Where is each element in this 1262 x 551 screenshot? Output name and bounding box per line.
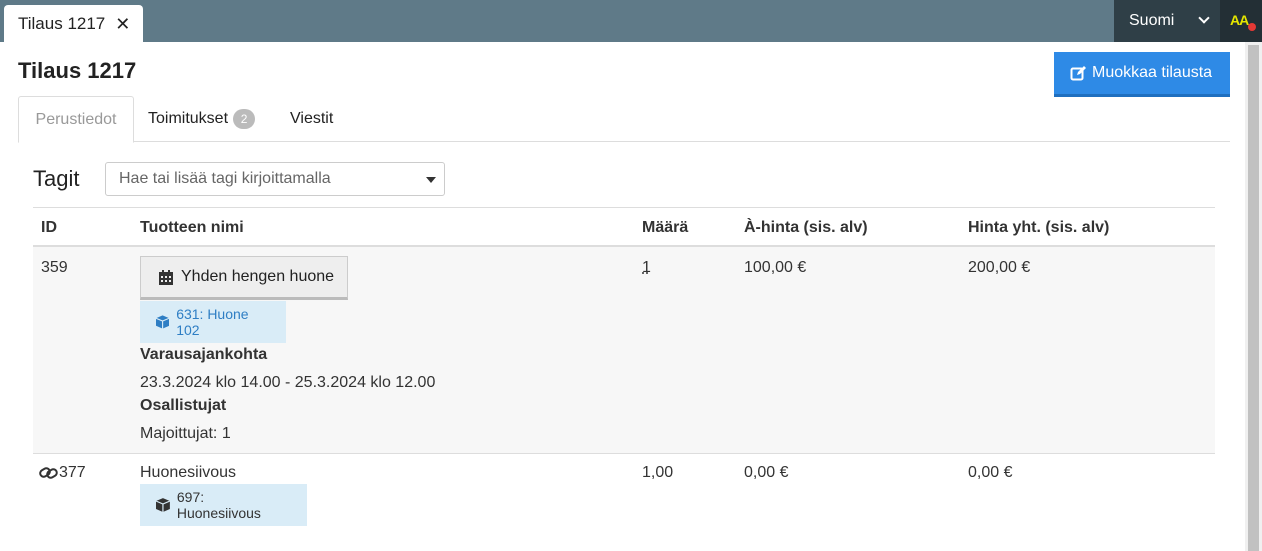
header-quantity[interactable]: Määrä — [642, 219, 688, 237]
tags-placeholder: Hae tai lisää tagi kirjoittamalla — [119, 170, 331, 187]
notification-dot — [1248, 23, 1256, 31]
participants-value: Majoittujat: 1 — [140, 425, 231, 442]
window-tab[interactable]: Tilaus 1217 ✕ — [4, 5, 143, 42]
tab-basic-info-label: Perustiedot — [35, 110, 117, 128]
tab-messages[interactable]: Viestit — [290, 96, 333, 142]
row-id: 377 — [59, 464, 86, 481]
product-button-label: Yhden hengen huone — [181, 268, 335, 285]
tab-deliveries[interactable]: Toimitukset 2 — [148, 96, 256, 142]
tab-basic-info[interactable]: Perustiedot — [18, 96, 134, 143]
language-label: Suomi — [1129, 12, 1175, 29]
edit-icon — [1070, 66, 1086, 81]
tab-bar: Perustiedot Toimitukset 2 Viestit — [18, 96, 1230, 143]
row-id: 359 — [41, 259, 68, 276]
edit-order-label: Muokkaa tilausta — [1092, 64, 1213, 81]
product-name: Huonesiivous — [140, 464, 237, 481]
caret-down-icon — [426, 177, 436, 183]
header-id[interactable]: ID — [41, 219, 57, 237]
header-unit-price[interactable]: À-hinta (sis. alv) — [744, 219, 868, 237]
chevron-down-icon — [1198, 12, 1210, 24]
order-lines-table: ID Tuotteen nimi Määrä À-hinta (sis. alv… — [33, 207, 1215, 544]
table-header: ID Tuotteen nimi Määrä À-hinta (sis. alv… — [33, 207, 1215, 247]
deliveries-count-badge: 2 — [233, 109, 256, 129]
header-total-price[interactable]: Hinta yht. (sis. alv) — [968, 219, 1109, 237]
top-bar: Tilaus 1217 ✕ Suomi AA — [0, 0, 1262, 42]
tab-deliveries-label: Toimitukset — [148, 110, 229, 127]
tags-input[interactable]: Hae tai lisää tagi kirjoittamalla — [105, 162, 445, 196]
page-title: Tilaus 1217 — [18, 58, 137, 83]
scrollbar-thumb[interactable] — [1248, 45, 1259, 551]
tab-messages-label: Viestit — [290, 110, 334, 127]
total-price: 0,00 € — [968, 464, 1013, 481]
unit-price: 100,00 € — [744, 259, 807, 276]
row-id-linked: 377 — [39, 464, 86, 482]
resource-chip[interactable]: 697: Huonesiivous — [140, 484, 307, 526]
accessibility-icon: AA — [1230, 12, 1249, 28]
tags-label: Tagit — [33, 166, 80, 191]
unit-price: 0,00 € — [744, 464, 789, 481]
header-product-name[interactable]: Tuotteen nimi — [140, 219, 244, 237]
period-label: Varausajankohta — [140, 346, 268, 363]
quantity: 1,00 — [642, 464, 674, 481]
period-value: 23.3.2024 klo 14.00 - 25.3.2024 klo 12.0… — [140, 374, 436, 391]
calendar-icon — [159, 269, 173, 285]
participants-label: Osallistujat — [140, 397, 227, 414]
cube-icon — [156, 315, 170, 329]
resource-chip[interactable]: 631: Huone 102 — [140, 301, 286, 343]
product-button[interactable]: Yhden hengen huone — [140, 256, 348, 300]
language-select[interactable]: Suomi — [1114, 0, 1220, 42]
edit-order-button[interactable]: Muokkaa tilausta — [1054, 52, 1230, 97]
close-icon[interactable]: ✕ — [115, 15, 130, 33]
window-tab-label: Tilaus 1217 — [18, 13, 106, 33]
quantity-link[interactable]: 1 — [642, 259, 651, 277]
resource-chip-label: 631: Huone 102 — [176, 306, 249, 338]
cube-icon — [156, 498, 170, 512]
scrollbar[interactable] — [1245, 42, 1262, 551]
total-price: 200,00 € — [968, 259, 1031, 276]
table-row: 377 Huonesiivous 697: Huonesiivous 1,00 … — [33, 454, 1215, 544]
link-icon — [39, 467, 58, 479]
resource-chip-label: 697: Huonesiivous — [176, 489, 261, 521]
accessibility-button[interactable]: AA — [1220, 0, 1262, 42]
table-row: 359 Yhden hengen huone 631: Huone 102 Va… — [33, 247, 1215, 454]
